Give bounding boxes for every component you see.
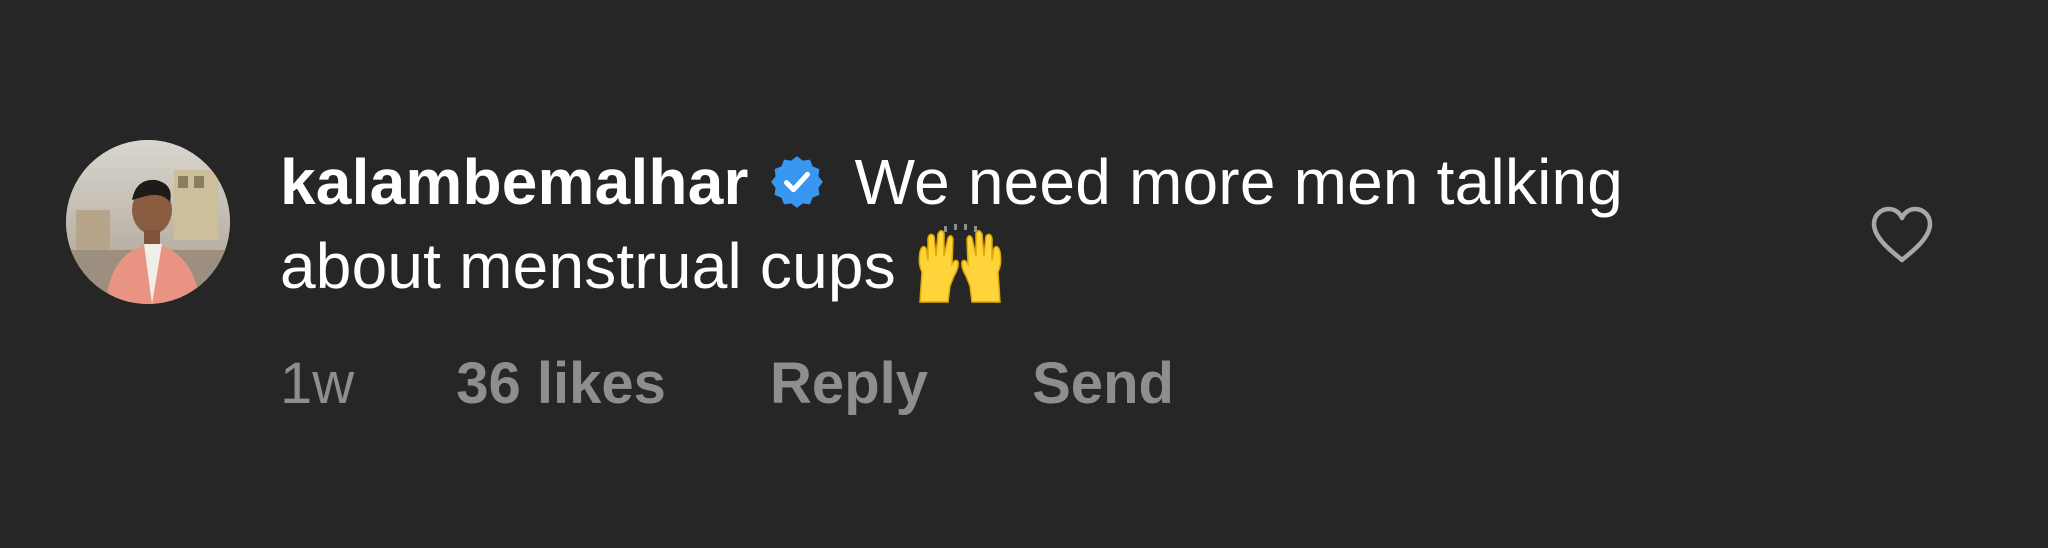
comment-meta: 1w 36 likes Reply Send — [280, 352, 1174, 416]
comment-body: kalambemalhar We need more men talking a… — [280, 140, 1660, 308]
verified-badge-icon — [769, 154, 825, 210]
raising-hands-emoji — [910, 224, 1010, 306]
reply-button[interactable]: Reply — [770, 352, 928, 416]
heart-outline-icon[interactable] — [1870, 206, 1934, 264]
send-button[interactable]: Send — [1032, 352, 1174, 416]
comment-row: kalambemalhar We need more men talking a… — [0, 0, 2048, 548]
timestamp: 1w — [280, 351, 355, 416]
username-link[interactable]: kalambemalhar — [280, 146, 749, 218]
avatar[interactable] — [66, 140, 230, 304]
comment-text-block: kalambemalhar We need more men talking a… — [280, 140, 1660, 308]
likes-count-link[interactable]: 36 likes — [456, 352, 666, 416]
